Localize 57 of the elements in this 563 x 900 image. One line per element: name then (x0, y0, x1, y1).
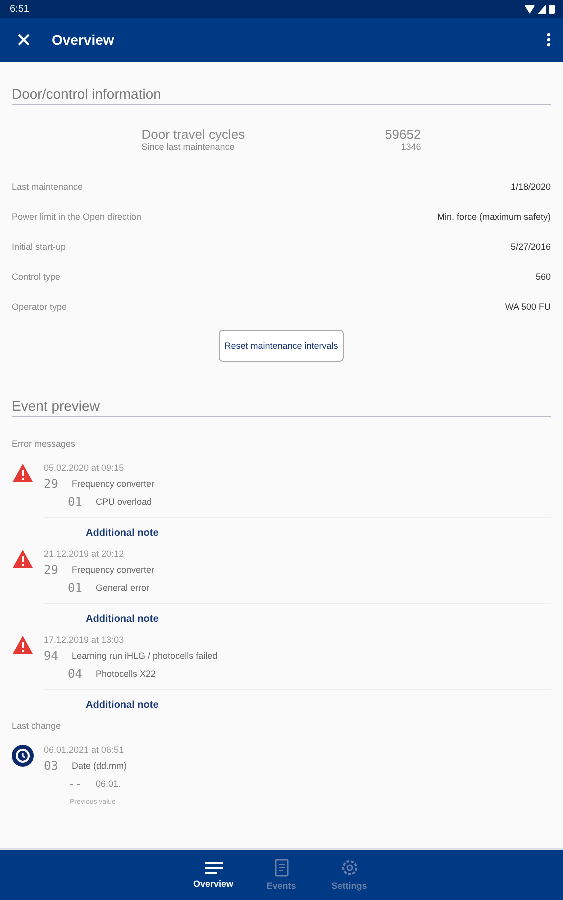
error-date: 17.12.2019 at 13:03 (44, 635, 126, 645)
error-subcode: 01 (68, 495, 84, 509)
section-title: Event preview (12, 390, 551, 417)
section-title: Door/control information (12, 78, 551, 105)
change-date: 06.01.2021 at 06:51 (44, 745, 126, 755)
error-date: 21.12.2019 at 20:12 (44, 549, 126, 559)
reset-button[interactable]: Reset maintenance intervals (218, 330, 344, 362)
info-label: Control type (12, 272, 61, 282)
error-subtext: General error (96, 583, 150, 593)
more-icon[interactable] (547, 33, 551, 47)
error-text: Frequency converter (72, 565, 155, 575)
lines-icon (204, 861, 222, 875)
cycles-subvalue: 1346 (400, 142, 422, 152)
error-subcode: 01 (68, 581, 84, 595)
info-value: WA 500 FU (505, 302, 551, 312)
additional-note-link[interactable]: Additional note (86, 700, 159, 711)
cycles-value: 59652 (385, 127, 422, 142)
cycles-sublabel: Since last maintenance (142, 142, 236, 152)
warning-icon (12, 635, 34, 655)
history-icon (12, 745, 34, 767)
cycles-label: Door travel cycles (142, 127, 246, 142)
subsection-heading: Error messages (12, 439, 77, 449)
additional-note-link[interactable]: Additional note (86, 614, 159, 625)
settings-icon (340, 859, 358, 877)
error-code: 29 (44, 563, 60, 577)
change-text: Date (dd.mm) (72, 761, 128, 771)
change-subcode: -- (68, 777, 84, 791)
app-bar-title: Overview (52, 32, 116, 48)
info-label: Operator type (12, 302, 68, 312)
wifi-icon (525, 4, 535, 14)
error-subcode: 04 (68, 667, 84, 681)
info-label: Last maintenance (12, 182, 84, 192)
warning-icon (12, 549, 34, 569)
error-code: 94 (44, 649, 60, 663)
additional-note-link[interactable]: Additional note (86, 528, 159, 539)
battery-icon (549, 4, 555, 14)
info-value: 1/18/2020 (510, 182, 551, 192)
status-time: 6:51 (10, 4, 30, 14)
subsection-heading: Last change (12, 721, 62, 731)
error-text: Frequency converter (72, 479, 155, 489)
error-text: Learning run iHLG / photocells failed (72, 651, 218, 661)
error-date: 05.02.2020 at 09:15 (44, 463, 126, 473)
document-icon (274, 859, 288, 877)
signal-icon (538, 4, 546, 14)
error-code: 29 (44, 477, 60, 491)
warning-icon (12, 463, 34, 483)
info-label: Initial start-up (12, 242, 66, 252)
info-label: Power limit in the Open direction (12, 212, 142, 222)
change-code: 03 (44, 759, 60, 773)
nav-tab[interactable]: Overview (188, 850, 238, 900)
close-icon[interactable] (18, 34, 30, 46)
info-value: 560 (536, 272, 551, 282)
error-subtext: Photocells X22 (96, 669, 156, 679)
error-subtext: CPU overload (96, 497, 152, 507)
change-value: 06.01. (96, 779, 122, 789)
info-value: Min. force (maximum safety) (437, 212, 551, 222)
info-value: 5/27/2016 (510, 242, 551, 252)
